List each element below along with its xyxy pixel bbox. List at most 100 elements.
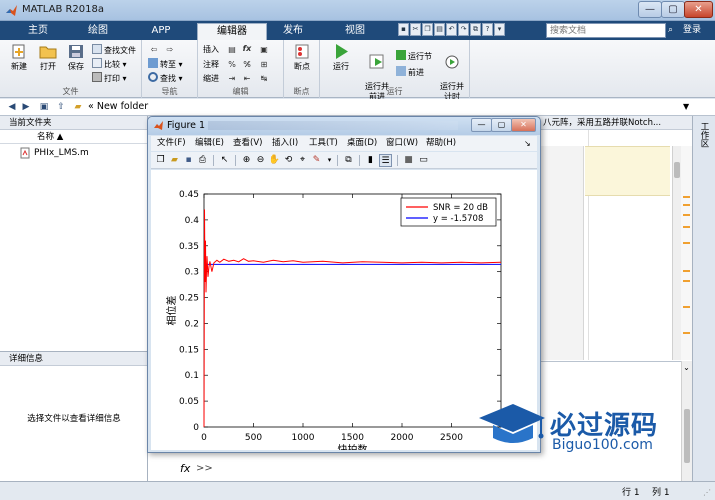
warning-marker[interactable] (683, 270, 690, 272)
command-scrollbar[interactable] (681, 361, 692, 481)
warning-marker[interactable] (683, 306, 690, 308)
menu-dock-icon[interactable]: ↘ (524, 136, 531, 151)
tab-home[interactable]: 主页 (20, 23, 56, 40)
indent-button[interactable]: 缩进 (203, 73, 219, 85)
forward-arrow-icon[interactable]: ▶ (20, 101, 32, 113)
brush-dropdown-icon[interactable]: ▾ (323, 154, 336, 167)
up-folder-icon[interactable]: ⇧ (55, 101, 67, 113)
brush-icon[interactable]: ✎ (310, 154, 323, 167)
warning-marker[interactable] (683, 332, 690, 334)
comment-button[interactable]: 注释 (203, 59, 219, 71)
search-icon[interactable]: ⌕ (668, 23, 678, 38)
new-figure-icon[interactable]: ❒ (154, 154, 167, 167)
search-documentation-input[interactable] (546, 23, 666, 38)
menu-help[interactable]: 帮助(H) (426, 136, 456, 151)
warning-marker[interactable] (683, 214, 690, 216)
new-button[interactable]: 新建 (4, 43, 34, 72)
figure-title-bar[interactable]: Figure 1 — ▢ ✕ (148, 117, 540, 135)
resize-grip-icon[interactable]: ⋰ (703, 488, 711, 497)
command-scroll-thumb[interactable] (684, 409, 690, 463)
copy-icon[interactable]: ❐ (422, 23, 433, 36)
menu-window[interactable]: 窗口(W) (386, 136, 418, 151)
run-button[interactable]: 运行 (326, 43, 356, 72)
figure-maximize-button[interactable]: ▢ (491, 118, 512, 132)
expand-icon[interactable]: ⌄ (681, 362, 692, 373)
back-arrow-icon[interactable]: ◀ (6, 101, 18, 113)
insert-button[interactable]: 插入 (203, 44, 219, 56)
data-cursor-icon[interactable]: ⌖ (296, 154, 309, 167)
login-link[interactable]: 登录 (683, 23, 701, 38)
forward-icon[interactable]: ⇨ (164, 44, 176, 56)
menu-tools[interactable]: 工具(T) (309, 136, 338, 151)
tab-plots[interactable]: 绘图 (80, 23, 116, 40)
menu-edit[interactable]: 编辑(E) (195, 136, 224, 151)
figure-close-button[interactable]: ✕ (511, 118, 536, 132)
browse-folder-icon[interactable]: ▣ (38, 101, 50, 113)
open-file-icon[interactable]: ▰ (168, 154, 181, 167)
editor-scroll-thumb[interactable] (674, 162, 680, 178)
find-files-button[interactable]: 查找文件 (92, 44, 136, 56)
close-button[interactable]: ✕ (684, 1, 713, 18)
breakpoints-button[interactable]: 断点 (287, 43, 317, 72)
increase-indent-icon[interactable]: ⇤ (241, 73, 253, 85)
percent-icon[interactable]: % (226, 59, 238, 71)
help-icon[interactable]: ? (482, 23, 493, 36)
zoom-in-icon[interactable]: ⊕ (240, 154, 253, 167)
menu-file[interactable]: 文件(F) (157, 136, 186, 151)
menu-desktop[interactable]: 桌面(D) (347, 136, 377, 151)
link-plot-icon[interactable]: ⧉ (342, 154, 355, 167)
tab-editor[interactable]: 编辑器 (197, 23, 267, 40)
warning-marker[interactable] (683, 242, 690, 244)
compare-button[interactable]: 比较 ▾ (92, 58, 127, 70)
fx-icon[interactable]: fx (180, 462, 190, 475)
legend-icon[interactable]: ☰ (379, 154, 392, 167)
save-figure-icon[interactable]: ▪ (182, 154, 195, 167)
minimize-button[interactable]: — (638, 1, 662, 18)
smart-indent-icon[interactable]: ⇥ (226, 73, 238, 85)
uncomment-icon[interactable]: %̸ (241, 59, 253, 71)
open-button[interactable]: 打开 (33, 43, 63, 72)
menu-view[interactable]: 查看(V) (233, 136, 262, 151)
maximize-button[interactable]: ▢ (661, 1, 685, 18)
run-section-button[interactable]: 运行节 (396, 50, 432, 62)
back-icon[interactable]: ⇦ (148, 44, 160, 56)
undo-icon[interactable]: ↶ (446, 23, 457, 36)
tab-view[interactable]: 视图 (337, 23, 373, 40)
editor-tab[interactable]: 八元阵，采用五路并联Notch... (540, 116, 692, 130)
warning-marker[interactable] (683, 280, 690, 282)
insert-dropdown-icon[interactable]: ▣ (258, 44, 270, 56)
warning-marker[interactable] (683, 196, 690, 198)
insert-section-icon[interactable]: ▤ (226, 44, 238, 56)
redo-icon[interactable]: ↷ (458, 23, 469, 36)
warning-marker[interactable] (683, 226, 690, 228)
decrease-indent-icon[interactable]: ↹ (258, 73, 270, 85)
path-dropdown-icon[interactable]: ▼ (683, 102, 689, 111)
edit-plot-icon[interactable]: ↖ (218, 154, 231, 167)
folder-path[interactable]: « New folder (88, 101, 148, 112)
wrap-comment-icon[interactable]: ⊞ (258, 59, 270, 71)
print-button[interactable]: 打印 ▾ (92, 72, 127, 84)
fx-icon[interactable]: fx (241, 43, 253, 55)
rotate-3d-icon[interactable]: ⟲ (282, 154, 295, 167)
workspace-label[interactable]: 工作区 (697, 122, 709, 148)
list-item[interactable]: PHIx_LMS.m (0, 146, 147, 160)
save-button[interactable]: 保存 (61, 43, 91, 72)
goto-button[interactable]: 转至 ▾ (148, 58, 183, 70)
find-button[interactable]: 查找 ▾ (148, 72, 183, 84)
dropdown-icon[interactable]: ▾ (494, 23, 505, 36)
colorbar-icon[interactable]: ▮ (364, 154, 377, 167)
warning-marker[interactable] (683, 204, 690, 206)
zoom-out-icon[interactable]: ⊖ (254, 154, 267, 167)
name-column-header[interactable]: 名称 ▲ (0, 130, 147, 144)
hide-plot-tools-icon[interactable]: ■ (402, 154, 415, 167)
switch-window-icon[interactable]: ⧉ (470, 23, 481, 36)
cut-icon[interactable]: ✂ (410, 23, 421, 36)
paste-icon[interactable]: ▤ (434, 23, 445, 36)
advance-button[interactable]: 前进 (396, 66, 424, 78)
show-plot-tools-icon[interactable]: ▭ (417, 154, 430, 167)
tab-publish[interactable]: 发布 (275, 23, 311, 40)
print-figure-icon[interactable]: ⎙ (196, 154, 209, 167)
figure-minimize-button[interactable]: — (471, 118, 492, 132)
menu-insert[interactable]: 插入(I) (272, 136, 298, 151)
save-icon[interactable]: ▪ (398, 23, 409, 36)
